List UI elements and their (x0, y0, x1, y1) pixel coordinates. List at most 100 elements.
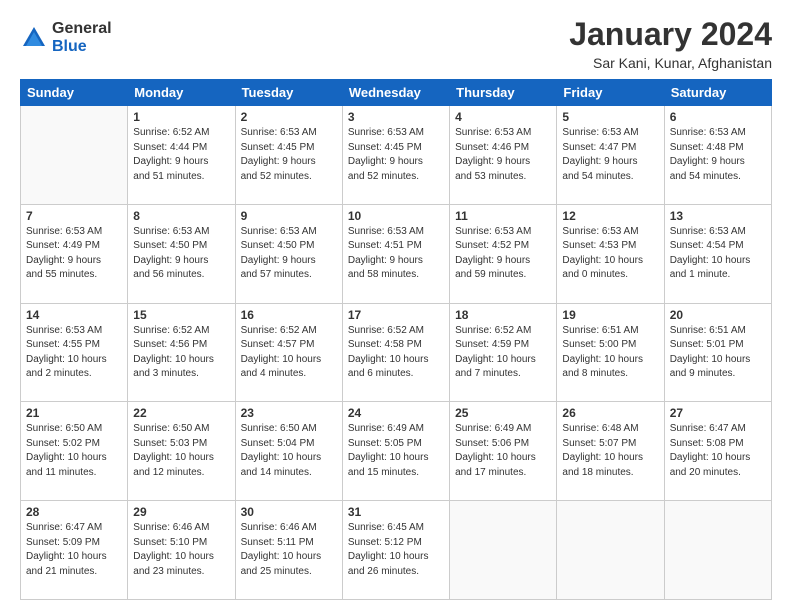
page: General Blue January 2024 Sar Kani, Kuna… (0, 0, 792, 612)
col-header-monday: Monday (128, 80, 235, 106)
day-number: 31 (348, 505, 444, 519)
day-info: Sunrise: 6:52 AM Sunset: 4:58 PM Dayligh… (348, 324, 444, 382)
day-number: 22 (133, 406, 229, 420)
day-info: Sunrise: 6:53 AM Sunset: 4:53 PM Dayligh… (562, 225, 658, 283)
calendar-table: Sunday Monday Tuesday Wednesday Thursday… (20, 79, 772, 600)
table-row: 14 Sunrise: 6:53 AM Sunset: 4:55 PM Dayli… (21, 303, 128, 402)
day-number: 27 (670, 406, 766, 420)
calendar-header-row: Sunday Monday Tuesday Wednesday Thursday… (21, 80, 772, 106)
day-number: 21 (26, 406, 122, 420)
table-row: 3Sunrise: 6:53 AM Sunset: 4:45 PM Daylig… (342, 106, 449, 205)
day-info: Sunrise: 6:53 AM Sunset: 4:49 PM Dayligh… (26, 225, 122, 283)
day-number: 5 (562, 110, 658, 124)
day-info: Sunrise: 6:52 AM Sunset: 4:44 PM Dayligh… (133, 126, 229, 184)
day-info: Sunrise: 6:46 AM Sunset: 5:10 PM Dayligh… (133, 521, 229, 579)
calendar-week-row: 28 Sunrise: 6:47 AM Sunset: 5:09 PM Dayli… (21, 501, 772, 600)
logo-text: General Blue (52, 20, 112, 55)
day-number: 8 (133, 209, 229, 223)
table-row: 24Sunrise: 6:49 AM Sunset: 5:05 PM Dayli… (342, 402, 449, 501)
table-row: 20 Sunrise: 6:51 AM Sunset: 5:01 PM Dayli… (664, 303, 771, 402)
table-row: 22 Sunrise: 6:50 AM Sunset: 5:03 PM Dayli… (128, 402, 235, 501)
day-number: 26 (562, 406, 658, 420)
day-number: 24 (348, 406, 444, 420)
day-number: 20 (670, 308, 766, 322)
day-info: Sunrise: 6:47 AM Sunset: 5:09 PM Dayligh… (26, 521, 122, 579)
table-row: 23 Sunrise: 6:50 AM Sunset: 5:04 PM Dayli… (235, 402, 342, 501)
logo: General Blue (20, 20, 112, 55)
title-block: January 2024 Sar Kani, Kunar, Afghanista… (569, 16, 772, 71)
day-number: 15 (133, 308, 229, 322)
table-row: 21 Sunrise: 6:50 AM Sunset: 5:02 PM Dayli… (21, 402, 128, 501)
day-info: Sunrise: 6:53 AM Sunset: 4:50 PM Dayligh… (133, 225, 229, 283)
calendar-week-row: 1Sunrise: 6:52 AM Sunset: 4:44 PM Daylig… (21, 106, 772, 205)
day-number: 30 (241, 505, 337, 519)
day-info: Sunrise: 6:53 AM Sunset: 4:52 PM Dayligh… (455, 225, 551, 283)
table-row: 30 Sunrise: 6:46 AM Sunset: 5:11 PM Dayli… (235, 501, 342, 600)
day-number: 28 (26, 505, 122, 519)
col-header-tuesday: Tuesday (235, 80, 342, 106)
day-info: Sunrise: 6:53 AM Sunset: 4:55 PM Dayligh… (26, 324, 122, 382)
table-row (664, 501, 771, 600)
day-number: 9 (241, 209, 337, 223)
table-row: 5 Sunrise: 6:53 AM Sunset: 4:47 PM Daylig… (557, 106, 664, 205)
table-row: 17Sunrise: 6:52 AM Sunset: 4:58 PM Dayli… (342, 303, 449, 402)
table-row: 18Sunrise: 6:52 AM Sunset: 4:59 PM Dayli… (450, 303, 557, 402)
day-info: Sunrise: 6:53 AM Sunset: 4:46 PM Dayligh… (455, 126, 551, 184)
table-row: 31 Sunrise: 6:45 AM Sunset: 5:12 PM Dayli… (342, 501, 449, 600)
day-info: Sunrise: 6:53 AM Sunset: 4:48 PM Dayligh… (670, 126, 766, 184)
col-header-friday: Friday (557, 80, 664, 106)
table-row: 15 Sunrise: 6:52 AM Sunset: 4:56 PM Dayli… (128, 303, 235, 402)
day-number: 23 (241, 406, 337, 420)
logo-icon (20, 24, 48, 52)
day-number: 13 (670, 209, 766, 223)
table-row: 11 Sunrise: 6:53 AM Sunset: 4:52 PM Dayli… (450, 204, 557, 303)
table-row: 13Sunrise: 6:53 AM Sunset: 4:54 PM Dayli… (664, 204, 771, 303)
day-number: 10 (348, 209, 444, 223)
col-header-saturday: Saturday (664, 80, 771, 106)
table-row: 8 Sunrise: 6:53 AM Sunset: 4:50 PM Daylig… (128, 204, 235, 303)
day-info: Sunrise: 6:53 AM Sunset: 4:45 PM Dayligh… (241, 126, 337, 184)
day-info: Sunrise: 6:51 AM Sunset: 5:01 PM Dayligh… (670, 324, 766, 382)
col-header-thursday: Thursday (450, 80, 557, 106)
table-row: 1Sunrise: 6:52 AM Sunset: 4:44 PM Daylig… (128, 106, 235, 205)
day-number: 2 (241, 110, 337, 124)
day-number: 29 (133, 505, 229, 519)
table-row: 6 Sunrise: 6:53 AM Sunset: 4:48 PM Daylig… (664, 106, 771, 205)
day-info: Sunrise: 6:53 AM Sunset: 4:50 PM Dayligh… (241, 225, 337, 283)
day-info: Sunrise: 6:53 AM Sunset: 4:47 PM Dayligh… (562, 126, 658, 184)
table-row: 4Sunrise: 6:53 AM Sunset: 4:46 PM Daylig… (450, 106, 557, 205)
day-number: 7 (26, 209, 122, 223)
table-row: 10 Sunrise: 6:53 AM Sunset: 4:51 PM Dayli… (342, 204, 449, 303)
table-row (557, 501, 664, 600)
table-row: 16Sunrise: 6:52 AM Sunset: 4:57 PM Dayli… (235, 303, 342, 402)
day-info: Sunrise: 6:50 AM Sunset: 5:04 PM Dayligh… (241, 422, 337, 480)
logo-general-label: General (52, 20, 112, 38)
day-number: 25 (455, 406, 551, 420)
table-row: 27Sunrise: 6:47 AM Sunset: 5:08 PM Dayli… (664, 402, 771, 501)
table-row: 9 Sunrise: 6:53 AM Sunset: 4:50 PM Daylig… (235, 204, 342, 303)
day-info: Sunrise: 6:46 AM Sunset: 5:11 PM Dayligh… (241, 521, 337, 579)
day-info: Sunrise: 6:50 AM Sunset: 5:02 PM Dayligh… (26, 422, 122, 480)
day-info: Sunrise: 6:49 AM Sunset: 5:06 PM Dayligh… (455, 422, 551, 480)
day-number: 6 (670, 110, 766, 124)
table-row: 7 Sunrise: 6:53 AM Sunset: 4:49 PM Daylig… (21, 204, 128, 303)
day-number: 11 (455, 209, 551, 223)
table-row: 25 Sunrise: 6:49 AM Sunset: 5:06 PM Dayli… (450, 402, 557, 501)
col-header-wednesday: Wednesday (342, 80, 449, 106)
day-number: 19 (562, 308, 658, 322)
page-title: January 2024 (569, 16, 772, 53)
day-number: 14 (26, 308, 122, 322)
day-info: Sunrise: 6:50 AM Sunset: 5:03 PM Dayligh… (133, 422, 229, 480)
day-info: Sunrise: 6:53 AM Sunset: 4:51 PM Dayligh… (348, 225, 444, 283)
table-row: 26Sunrise: 6:48 AM Sunset: 5:07 PM Dayli… (557, 402, 664, 501)
day-info: Sunrise: 6:52 AM Sunset: 4:57 PM Dayligh… (241, 324, 337, 382)
day-info: Sunrise: 6:45 AM Sunset: 5:12 PM Dayligh… (348, 521, 444, 579)
header: General Blue January 2024 Sar Kani, Kuna… (20, 16, 772, 71)
day-info: Sunrise: 6:51 AM Sunset: 5:00 PM Dayligh… (562, 324, 658, 382)
logo-blue-label: Blue (52, 38, 112, 56)
day-number: 18 (455, 308, 551, 322)
table-row (450, 501, 557, 600)
day-number: 3 (348, 110, 444, 124)
table-row (21, 106, 128, 205)
day-info: Sunrise: 6:52 AM Sunset: 4:56 PM Dayligh… (133, 324, 229, 382)
